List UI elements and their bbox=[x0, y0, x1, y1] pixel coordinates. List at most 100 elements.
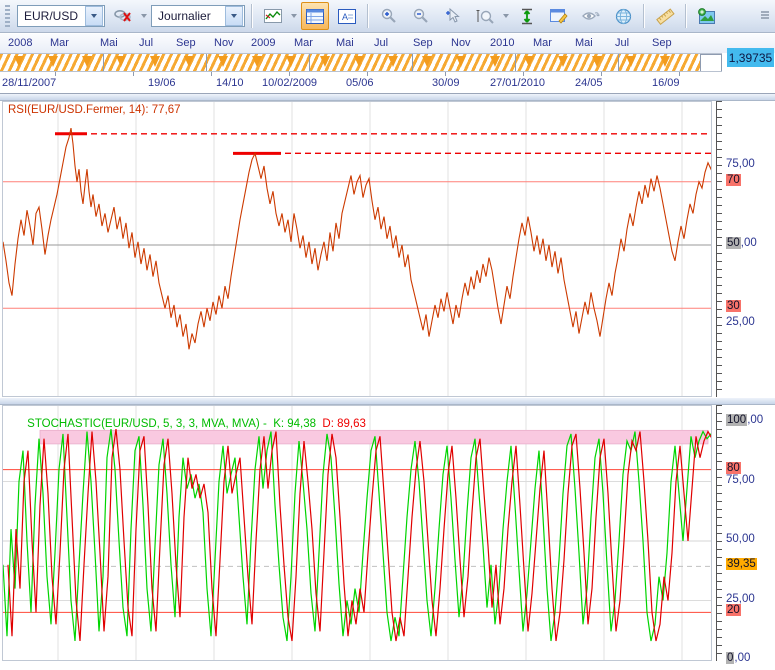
month-label: Sep bbox=[413, 37, 433, 49]
window-edit-icon bbox=[550, 8, 568, 24]
stoch-d-value-text: D: 89,63 bbox=[322, 418, 365, 430]
save-image-button[interactable] bbox=[693, 2, 721, 30]
month-label: 2010 bbox=[490, 37, 514, 49]
ruler-icon bbox=[656, 8, 675, 25]
date-tick bbox=[367, 72, 368, 76]
edit-properties-button[interactable] bbox=[545, 2, 573, 30]
zoom-out-button[interactable] bbox=[407, 2, 435, 30]
timeline-scrollbar[interactable] bbox=[0, 53, 722, 72]
fit-height-icon bbox=[520, 8, 534, 25]
scrollbar-marker bbox=[388, 56, 398, 67]
scrollbar-marker bbox=[82, 56, 92, 67]
rsi-plot bbox=[3, 102, 711, 396]
scrollbar-marker bbox=[490, 56, 500, 67]
chart-style-dropdown-arrow[interactable] bbox=[291, 14, 297, 18]
scrollbar-separator bbox=[618, 54, 619, 72]
month-label: Jul bbox=[615, 37, 629, 49]
scrollbar-separator bbox=[309, 54, 310, 72]
candlestick-chart-icon bbox=[264, 9, 282, 23]
visibility-button[interactable] bbox=[577, 2, 605, 30]
month-label: Mai bbox=[336, 37, 354, 49]
rsi-series-RSI bbox=[3, 128, 711, 349]
cursor-plus-icon bbox=[445, 8, 461, 24]
rsi-axis: 75,007050,003025,00 bbox=[712, 101, 775, 397]
axis-label-25: 25,00 bbox=[726, 316, 755, 328]
axis-label-75: 75,00 bbox=[726, 158, 755, 170]
zoom-selection-dropdown-arrow[interactable] bbox=[503, 14, 509, 18]
date-tick bbox=[679, 72, 680, 76]
axis-label-50: 50,00 bbox=[726, 533, 755, 545]
scrollbar-end-handle[interactable] bbox=[700, 54, 722, 72]
scrollbar-marker bbox=[252, 56, 262, 67]
rsi-panel-header-strip[interactable] bbox=[0, 94, 775, 101]
svg-text:A: A bbox=[342, 12, 348, 22]
show-quotes-panel-button[interactable] bbox=[301, 2, 329, 30]
symbol-dropdown-button[interactable] bbox=[85, 6, 103, 26]
stoch-title: STOCHASTIC(EUR/USD, 5, 3, 3, MVA, MVA) -… bbox=[8, 406, 366, 442]
show-labels-panel-button[interactable]: A bbox=[333, 2, 361, 30]
scrollbar-marker bbox=[116, 56, 126, 67]
month-label: Jul bbox=[374, 37, 388, 49]
date-tick bbox=[55, 72, 56, 76]
zoom-box-icon bbox=[475, 8, 495, 24]
trading-chart-window: EUR/USD Journalier bbox=[0, 0, 775, 670]
link-broken-icon bbox=[113, 8, 133, 24]
overflow-menu-icon bbox=[760, 10, 770, 22]
unlink-button[interactable] bbox=[109, 2, 137, 30]
scrollbar-marker bbox=[660, 56, 670, 67]
date-label: 30/09 bbox=[432, 77, 460, 89]
pointer-zoom-button[interactable] bbox=[439, 2, 467, 30]
timeframe-value: Journalier bbox=[152, 9, 217, 23]
stoch-axis-scale[interactable] bbox=[716, 405, 725, 661]
month-label: Mar bbox=[294, 37, 313, 49]
chevron-down-icon bbox=[231, 14, 237, 18]
symbol-combo[interactable]: EUR/USD bbox=[17, 5, 105, 27]
date-label: 14/10 bbox=[216, 77, 244, 89]
stoch-panel-header-strip[interactable] bbox=[0, 398, 775, 405]
rsi-axis-scale[interactable] bbox=[716, 101, 725, 397]
stoch-k-value: K: 94,38 bbox=[273, 418, 316, 430]
date-tick bbox=[523, 72, 524, 76]
timeframe-combo[interactable]: Journalier bbox=[151, 5, 245, 27]
month-label: Sep bbox=[652, 37, 672, 49]
date-label: 24/05 bbox=[575, 77, 603, 89]
scrollbar-marker bbox=[524, 56, 534, 67]
scrollbar-marker bbox=[14, 56, 24, 67]
toolbar-drag-handle[interactable] bbox=[5, 5, 10, 27]
web-button[interactable] bbox=[609, 2, 637, 30]
toolbar-overflow-button[interactable] bbox=[757, 2, 773, 30]
scrollbar-marker bbox=[558, 56, 568, 67]
chart-style-button[interactable] bbox=[259, 2, 287, 30]
scrollbar-marker bbox=[48, 56, 58, 67]
month-label: Nov bbox=[214, 37, 234, 49]
date-tick bbox=[289, 72, 290, 76]
unlink-dropdown-arrow[interactable] bbox=[141, 14, 147, 18]
zoom-selection-button[interactable] bbox=[471, 2, 499, 30]
scrollbar-separator bbox=[412, 54, 413, 72]
axis-label-20: 20 bbox=[726, 604, 741, 616]
measure-button[interactable] bbox=[651, 2, 679, 30]
label-panel-icon: A bbox=[338, 9, 356, 24]
eye-arrow-icon bbox=[581, 9, 601, 23]
stoch-chart-area[interactable]: STOCHASTIC(EUR/USD, 5, 3, 3, MVA, MVA) -… bbox=[2, 405, 712, 661]
toolbar-separator bbox=[367, 4, 369, 28]
timeline-month-labels: 2008MarMaiJulSepNov2009MarMaiJulSepNov20… bbox=[0, 34, 775, 53]
zoom-in-button[interactable] bbox=[375, 2, 403, 30]
stoch-title-main: STOCHASTIC(EUR/USD, 5, 3, 3, MVA, MVA) - bbox=[27, 418, 273, 430]
timeline-date-labels: 28/11/200719/0614/1010/02/200905/0630/09… bbox=[0, 72, 775, 94]
date-label: 28/11/2007 bbox=[2, 77, 56, 89]
date-tick bbox=[601, 72, 602, 76]
axis-label-70: 70 bbox=[726, 174, 741, 186]
scrollbar-marker bbox=[286, 56, 296, 67]
date-label: 19/06 bbox=[148, 77, 176, 89]
scrollbar-marker bbox=[354, 56, 364, 67]
date-label: 16/09 bbox=[652, 77, 680, 89]
scrollbar-marker bbox=[422, 56, 432, 67]
fit-vertical-button[interactable] bbox=[513, 2, 541, 30]
timeframe-dropdown-button[interactable] bbox=[225, 6, 243, 26]
scrollbar-marker bbox=[456, 56, 466, 67]
axis-label-25: 25,00 bbox=[726, 593, 755, 605]
rsi-chart-area[interactable]: RSI(EUR/USD.Fermer, 14): 77,67 bbox=[2, 101, 712, 397]
date-label: 10/02/2009 bbox=[262, 77, 317, 89]
date-tick bbox=[211, 72, 212, 76]
